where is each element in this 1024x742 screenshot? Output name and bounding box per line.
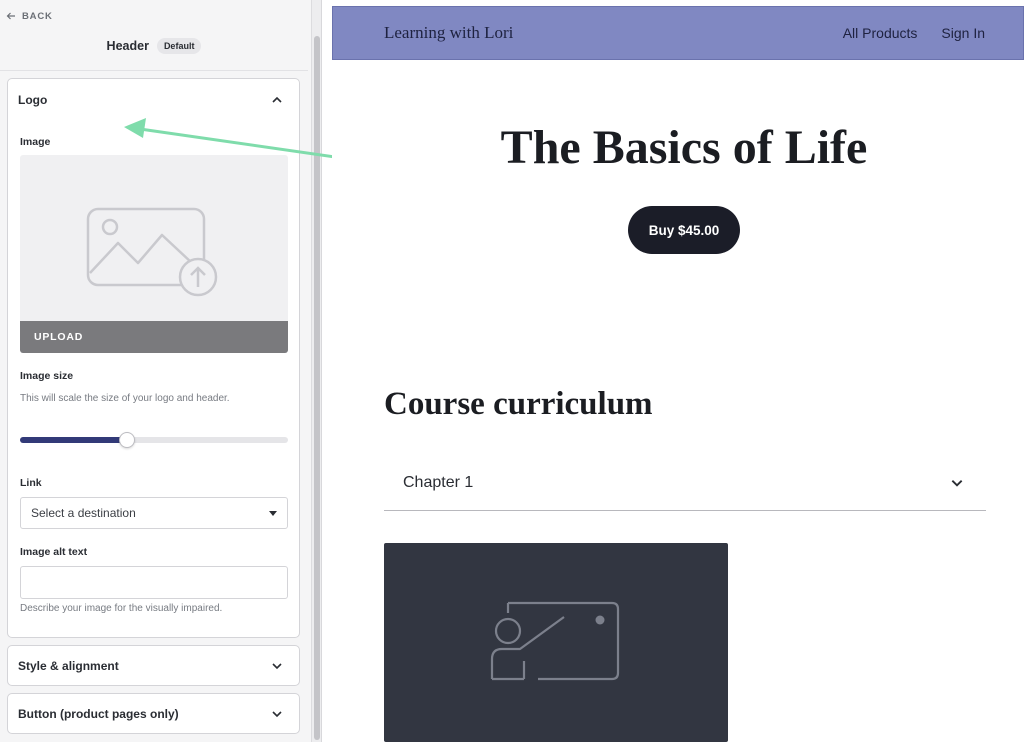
link-label: Link [20,477,42,489]
panel-title: Header [106,39,149,53]
image-size-help: This will scale the size of your logo an… [20,393,230,404]
back-button[interactable]: BACK [6,9,53,23]
curriculum-title: Course curriculum [384,386,653,422]
image-upload-icon [86,207,218,297]
upload-button[interactable]: UPLOAD [20,321,288,353]
panel-header: Header Default [0,38,308,54]
alt-text-input[interactable] [20,566,288,599]
back-label: BACK [22,10,53,22]
style-alignment-title: Style & alignment [18,659,119,673]
link-destination-select[interactable]: Select a destination [20,497,288,529]
default-badge: Default [156,38,202,54]
style-alignment-header[interactable]: Style & alignment [8,646,299,686]
buy-button[interactable]: Buy $45.00 [628,206,740,254]
chevron-down-icon [272,711,282,718]
style-alignment-section[interactable]: Style & alignment [7,645,300,686]
scrollbar-thumb[interactable] [314,36,320,740]
slider-fill [20,437,128,443]
link-select-value: Select a destination [31,506,136,520]
alt-text-label: Image alt text [20,546,88,558]
image-size-slider[interactable] [20,431,288,449]
logo-section-title: Logo [18,93,48,107]
image-upload-area[interactable]: UPLOAD [20,155,288,353]
chevron-down-icon [951,479,963,487]
logo-section-header[interactable]: Logo [8,79,299,121]
page-preview: Learning with Lori All Products Sign In … [332,0,1024,742]
image-size-label: Image size [20,370,74,382]
chevron-down-icon [272,663,282,670]
site-header[interactable]: Learning with Lori All Products Sign In [332,6,1024,60]
sidebar-scrollbar[interactable] [312,0,322,742]
chapter-label: Chapter 1 [403,473,474,491]
chevron-up-icon [272,96,282,103]
image-label: Image [20,136,51,148]
nav-all-products[interactable]: All Products [843,25,918,41]
site-logo-text[interactable]: Learning with Lori [384,23,513,43]
button-section[interactable]: Button (product pages only) [7,693,300,734]
logo-section: Logo Image UPLOAD Image size This will s… [7,78,300,638]
alt-text-help: Describe your image for the visually imp… [20,603,223,614]
button-section-title: Button (product pages only) [18,707,179,721]
nav-sign-in[interactable]: Sign In [941,25,985,41]
arrow-left-icon [6,12,15,20]
slider-handle[interactable] [119,432,136,448]
divider [0,70,308,71]
product-title: The Basics of Life [500,121,868,174]
site-nav: All Products Sign In [843,25,985,41]
editor-sidebar: BACK Header Default Logo Image UPLOAD Im… [0,0,312,742]
lesson-thumbnail[interactable] [384,543,728,742]
presentation-icon [490,601,620,681]
button-section-header[interactable]: Button (product pages only) [8,694,299,734]
chapter-accordion[interactable]: Chapter 1 [384,455,986,511]
caret-down-icon [269,510,277,516]
